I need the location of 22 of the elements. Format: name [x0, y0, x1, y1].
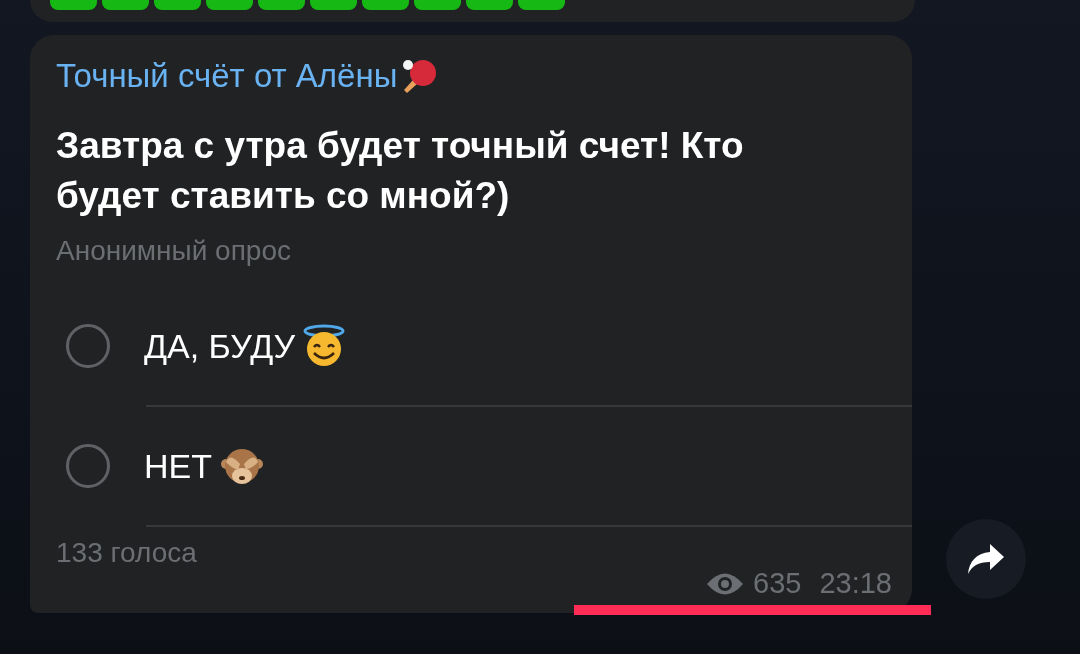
square-icon — [102, 0, 149, 10]
square-icon — [362, 0, 409, 10]
square-icon — [50, 0, 97, 10]
vote-count: 133 голоса — [56, 537, 197, 569]
poll-question: Завтра с утра будет точный счет! Кто будет ставить со мной?) — [56, 124, 745, 218]
radio-button[interactable] — [66, 324, 110, 368]
option-label: ДА, БУДУ — [144, 326, 296, 366]
square-icon — [154, 0, 201, 10]
option-label: НЕТ — [144, 446, 212, 486]
square-icon — [518, 0, 565, 10]
view-count: 635 — [753, 567, 802, 600]
square-icon — [310, 0, 357, 10]
square-icon — [414, 0, 461, 10]
square-icon — [466, 0, 513, 10]
radio-button[interactable] — [66, 444, 110, 488]
square-icon — [258, 0, 305, 10]
message-time: 23:18 — [819, 567, 892, 600]
share-icon — [966, 542, 1006, 576]
square-icon — [206, 0, 253, 10]
smiling-halo-face-icon — [303, 324, 346, 368]
poll-type-label: Анонимный опрос — [56, 235, 292, 267]
author-name[interactable]: Точный счёт от Алёны — [56, 57, 398, 95]
